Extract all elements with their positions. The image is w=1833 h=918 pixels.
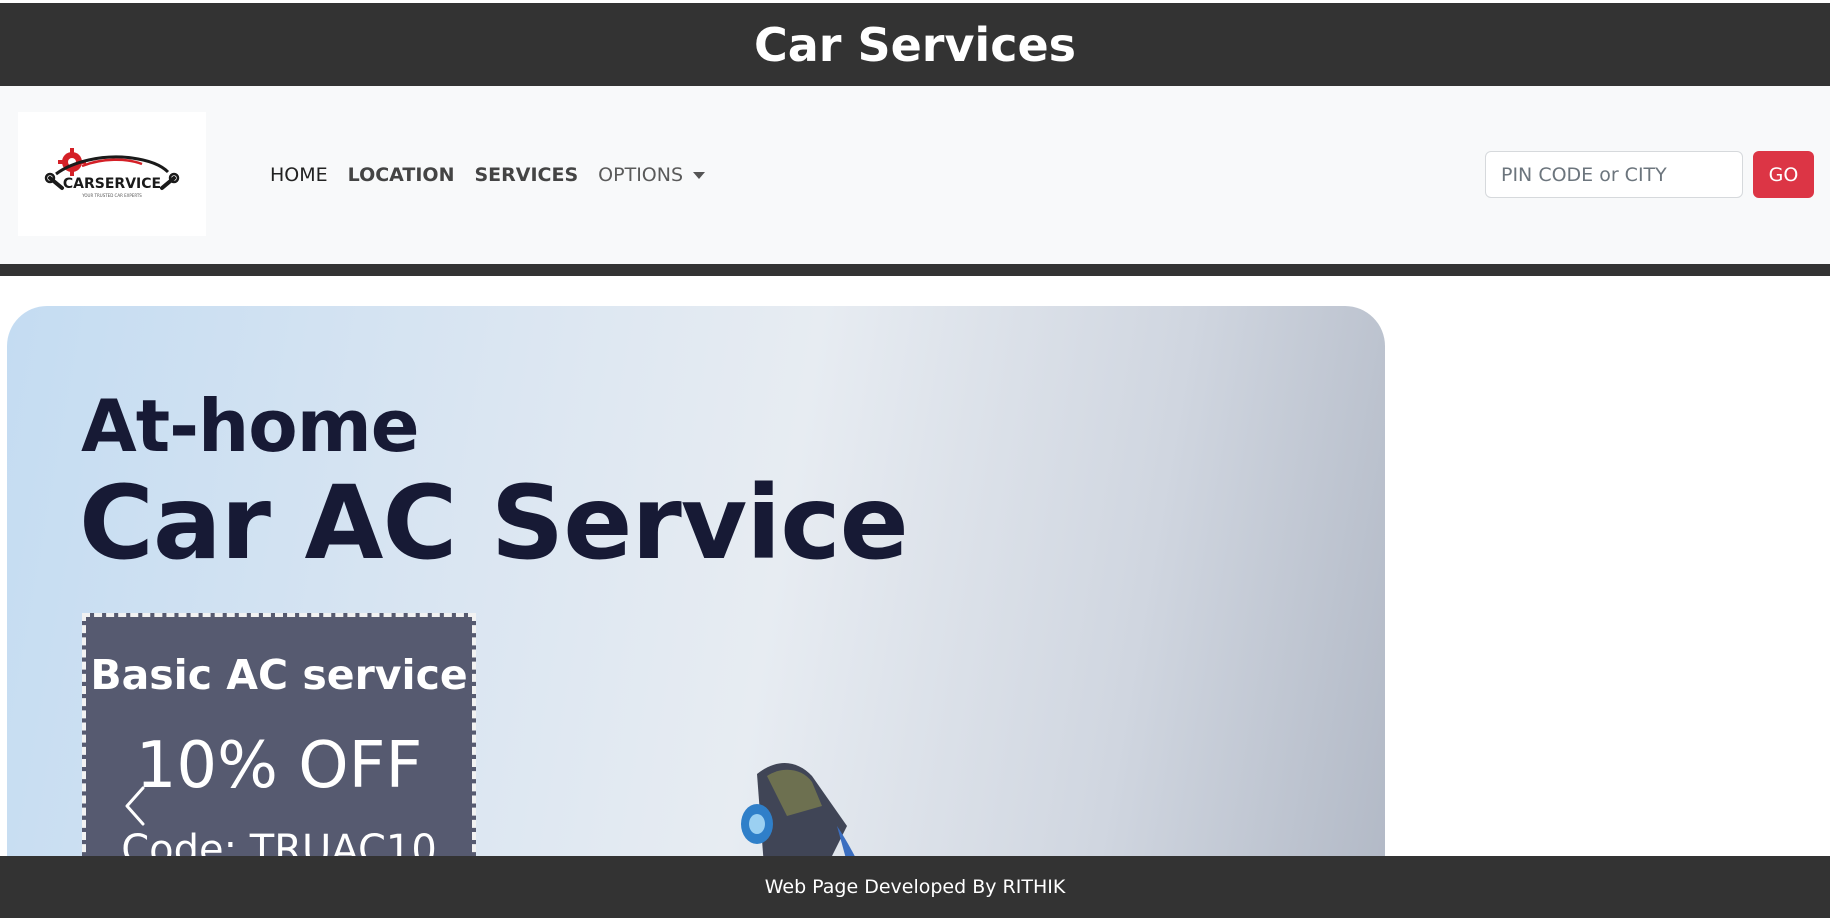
slide-headline-small: At-home <box>81 384 420 468</box>
offer-title: Basic AC service <box>90 651 468 699</box>
nav-link-location[interactable]: LOCATION <box>338 164 465 186</box>
footer: Web Page Developed By RITHIK <box>0 856 1830 918</box>
chevron-left-icon <box>125 786 145 826</box>
pincode-city-search-input[interactable] <box>1485 151 1743 198</box>
nav-link-home[interactable]: HOME <box>270 164 338 186</box>
site-title-bar: Car Services <box>0 3 1830 86</box>
nav-links: HOME LOCATION SERVICES OPTIONS <box>270 160 715 190</box>
nav-link-services[interactable]: SERVICES <box>464 164 588 186</box>
logo-brand-text: CARSERVICE <box>63 176 161 192</box>
go-button[interactable]: GO <box>1753 151 1814 198</box>
page: Car Services CARSERVICE YOUR TRUSTED CAR… <box>0 0 1833 918</box>
nav-dropdown-options[interactable]: OPTIONS <box>588 164 715 186</box>
promo-carousel[interactable]: At-home Car AC Service Basic AC service … <box>7 306 1385 906</box>
brand-logo[interactable]: CARSERVICE YOUR TRUSTED CAR EXPERTS <box>18 112 206 236</box>
nav-dropdown-options-label: OPTIONS <box>598 164 684 186</box>
navbar: CARSERVICE YOUR TRUSTED CAR EXPERTS HOME… <box>0 86 1830 264</box>
site-title: Car Services <box>753 17 1077 72</box>
car-logo-icon: CARSERVICE YOUR TRUSTED CAR EXPERTS <box>44 148 180 198</box>
navbar-divider <box>0 264 1830 276</box>
footer-credit: Web Page Developed By RITHIK <box>764 876 1066 898</box>
logo-tagline: YOUR TRUSTED CAR EXPERTS <box>81 193 142 198</box>
slide-headline-large: Car AC Service <box>79 464 909 583</box>
caret-down-icon <box>693 172 706 179</box>
carousel-prev-button[interactable] <box>115 778 155 834</box>
